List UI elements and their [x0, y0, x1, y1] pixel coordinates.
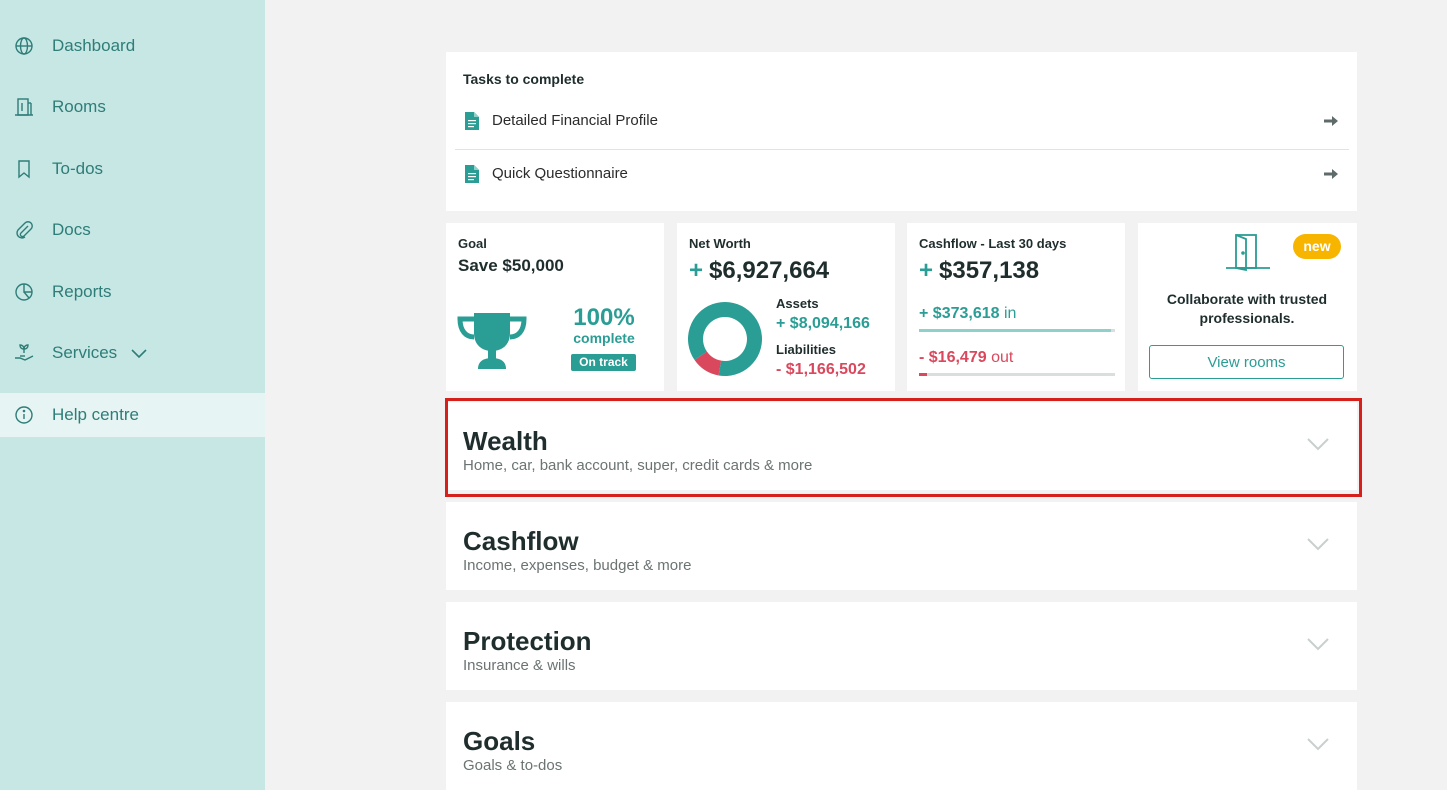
globe-icon: [15, 37, 33, 55]
sidebar-item-reports[interactable]: Reports: [0, 270, 265, 314]
collaborate-text: Collaborate with trusted professionals.: [1166, 291, 1328, 326]
goal-label: Goal: [458, 236, 487, 251]
chevron-down-icon[interactable]: [1307, 437, 1329, 451]
cashflow-in-value: + $373,618: [919, 305, 1000, 322]
cashflow-in-bar: [919, 329, 1115, 332]
document-icon: [465, 165, 479, 183]
task-label: Quick Questionnaire: [492, 165, 628, 182]
section-wealth[interactable]: Wealth Home, car, bank account, super, c…: [446, 402, 1357, 490]
cashflow-in: + $373,618 in: [919, 305, 1016, 323]
sidebar: Dashboard Rooms To-dos Docs Reports Serv…: [0, 0, 265, 790]
sidebar-item-label: To-dos: [52, 159, 104, 178]
net-worth-amount: $6,927,664: [709, 257, 830, 284]
rooms-card: new Collaborate with trusted professiona…: [1138, 223, 1357, 391]
sidebar-item-services[interactable]: Services: [0, 331, 265, 375]
sidebar-item-rooms[interactable]: Rooms: [0, 85, 265, 129]
cashflow-label: Cashflow - Last 30 days: [919, 236, 1067, 251]
task-item-detailed-financial-profile[interactable]: Detailed Financial Profile: [455, 99, 1349, 143]
task-label: Detailed Financial Profile: [492, 112, 658, 129]
trophy-icon: [457, 313, 527, 369]
chevron-down-icon[interactable]: [1307, 537, 1329, 551]
chevron-down-icon[interactable]: [1307, 637, 1329, 651]
plus-sign: +: [919, 257, 934, 284]
task-item-quick-questionnaire[interactable]: Quick Questionnaire: [455, 152, 1349, 196]
sidebar-item-label: Docs: [52, 220, 91, 239]
assets-label: Assets: [776, 296, 819, 311]
cashflow-in-bar-fill: [919, 329, 1112, 332]
net-worth-value: + $6,927,664: [689, 257, 829, 285]
cashflow-card[interactable]: Cashflow - Last 30 days + $357,138 + $373…: [907, 223, 1125, 391]
sidebar-item-label: Rooms: [52, 97, 106, 116]
liabilities-value: - $1,166,502: [776, 361, 866, 378]
arrow-right-icon[interactable]: [1323, 166, 1339, 182]
section-subtitle: Income, expenses, budget & more: [463, 557, 692, 574]
net-worth-donut-chart: [688, 302, 762, 376]
cashflow-out-value: - $16,479: [919, 349, 987, 366]
arrow-right-icon[interactable]: [1323, 113, 1339, 129]
goal-name: Save $50,000: [458, 256, 564, 275]
tasks-title: Tasks to complete: [463, 71, 585, 87]
info-icon: [15, 406, 33, 424]
sidebar-item-docs[interactable]: Docs: [0, 208, 265, 252]
building-icon: [15, 98, 33, 116]
door-icon: [1226, 234, 1270, 271]
sidebar-item-dashboard[interactable]: Dashboard: [0, 24, 265, 68]
section-title: Cashflow: [463, 526, 579, 556]
section-subtitle: Insurance & wills: [463, 657, 576, 674]
tasks-card: Tasks to complete Detailed Financial Pro…: [446, 52, 1357, 211]
sidebar-item-help-centre[interactable]: Help centre: [0, 393, 265, 437]
hand-plant-icon: [15, 344, 34, 361]
cashflow-in-label: in: [1003, 305, 1017, 322]
chevron-down-icon[interactable]: [1307, 737, 1329, 751]
section-subtitle: Goals & to-dos: [463, 757, 563, 774]
goal-percent: 100%: [573, 304, 635, 331]
net-worth-card[interactable]: Net Worth + $6,927,664 Assets + $8,094,16…: [677, 223, 895, 391]
section-title: Protection: [463, 626, 592, 656]
cashflow-value: + $357,138: [919, 257, 1039, 285]
sidebar-item-label: Help centre: [52, 405, 139, 424]
section-title: Wealth: [463, 426, 548, 456]
bookmark-icon: [18, 160, 30, 179]
cashflow-out-label: out: [991, 349, 1014, 366]
section-title: Goals: [463, 726, 536, 756]
liabilities-label: Liabilities: [776, 342, 836, 357]
status-badge: On track: [571, 354, 636, 371]
document-icon: [465, 112, 479, 130]
divider: [455, 149, 1349, 150]
section-goals[interactable]: Goals Goals & to-dos: [446, 702, 1357, 790]
view-rooms-button[interactable]: View rooms: [1149, 345, 1344, 379]
cashflow-amount: $357,138: [939, 257, 1040, 284]
section-protection[interactable]: Protection Insurance & wills: [446, 602, 1357, 690]
goal-card[interactable]: Goal Save $50,000 100% complete On track: [446, 223, 664, 391]
cashflow-out: - $16,479 out: [919, 349, 1013, 367]
pie-chart-icon: [15, 283, 33, 301]
assets-value: + $8,094,166: [776, 315, 870, 332]
sidebar-item-label: Services: [52, 343, 118, 362]
plus-sign: +: [689, 257, 704, 284]
goal-percent-label: complete: [573, 330, 635, 346]
paperclip-icon: [16, 221, 33, 239]
new-badge: new: [1293, 234, 1341, 259]
sidebar-item-label: Dashboard: [52, 36, 136, 55]
sidebar-item-to-dos[interactable]: To-dos: [0, 147, 265, 191]
section-subtitle: Home, car, bank account, super, credit c…: [463, 457, 813, 474]
cashflow-out-bar: [919, 373, 1115, 376]
net-worth-label: Net Worth: [689, 236, 751, 251]
sidebar-item-label: Reports: [52, 282, 112, 301]
chevron-down-icon[interactable]: [130, 343, 148, 363]
cashflow-out-bar-fill: [919, 373, 927, 376]
section-cashflow[interactable]: Cashflow Income, expenses, budget & more: [446, 502, 1357, 590]
